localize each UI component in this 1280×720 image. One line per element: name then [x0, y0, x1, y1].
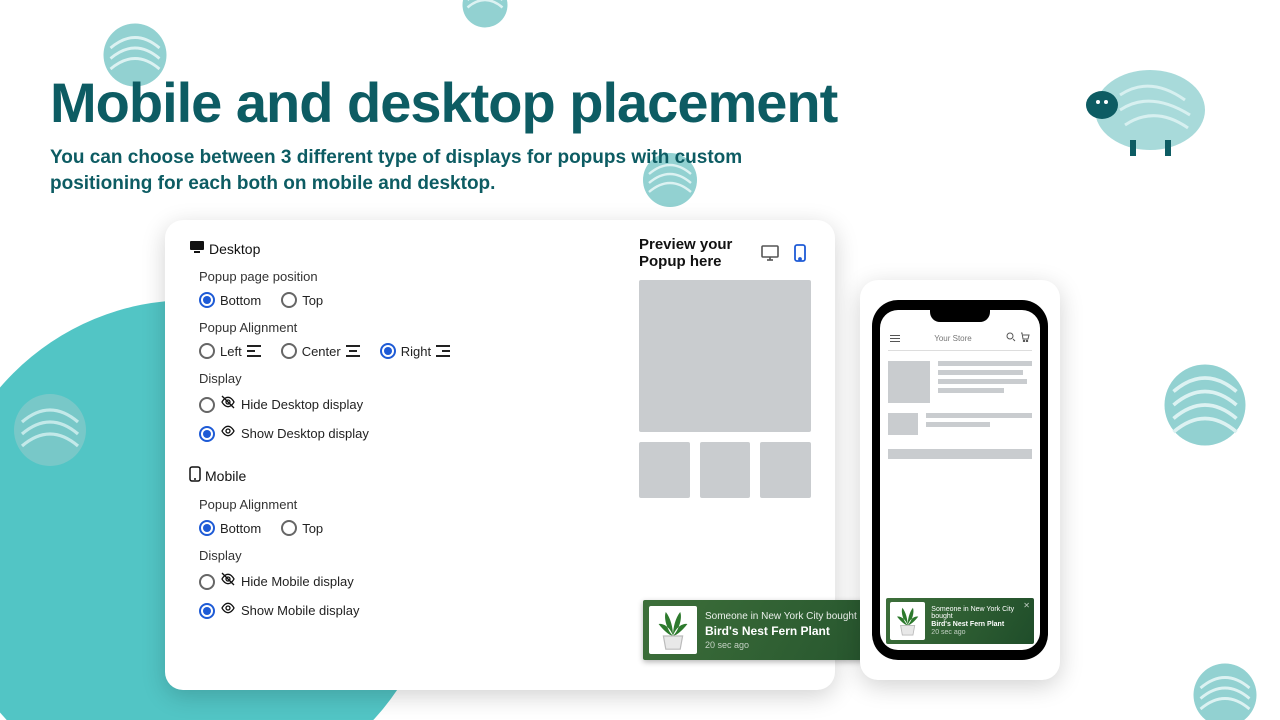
- eye-icon: [220, 423, 236, 444]
- settings-card: Desktop Popup page position Bottom Top P…: [165, 220, 835, 690]
- skeleton-bar: [888, 449, 1032, 459]
- mobile-popup-preview: Someone in New York City bought Bird's N…: [886, 598, 1034, 644]
- mobile-pos-top-radio[interactable]: Top: [281, 520, 323, 536]
- desktop-pos-bottom-radio[interactable]: Bottom: [199, 292, 261, 308]
- preview-mobile-toggle[interactable]: [789, 242, 811, 264]
- preview-desktop-toggle[interactable]: [759, 242, 781, 264]
- phone-store-name: Your Store: [934, 334, 972, 343]
- search-icon[interactable]: [1006, 332, 1016, 344]
- popup-product-image: [649, 606, 697, 654]
- skeleton-image: [888, 361, 930, 403]
- preview-device-toggle: [759, 242, 811, 264]
- cart-icon[interactable]: [1020, 332, 1030, 344]
- mobile-pos-bottom-radio[interactable]: Bottom: [199, 520, 261, 536]
- yarn-ball-icon: [1160, 360, 1250, 450]
- popup-product-name: Bird's Nest Fern Plant: [931, 621, 1030, 628]
- preview-placeholder-small: [639, 442, 690, 498]
- align-right-icon: [436, 345, 450, 357]
- yarn-ball-icon: [460, 0, 510, 30]
- sheep-mascot-icon: [1060, 40, 1220, 160]
- desktop-pos-top-radio[interactable]: Top: [281, 292, 323, 308]
- popup-timestamp: 20 sec ago: [931, 629, 1030, 636]
- align-center-icon: [346, 345, 360, 357]
- preview-placeholder-small: [760, 442, 811, 498]
- phone-notch: [930, 308, 990, 322]
- yarn-ball-icon: [1190, 660, 1260, 720]
- page-title: Mobile and desktop placement: [50, 70, 837, 135]
- desktop-align-left-radio[interactable]: Left: [199, 343, 261, 359]
- eye-off-icon: [220, 571, 236, 592]
- desktop-heading: Desktop: [209, 241, 260, 257]
- hero: Mobile and desktop placement You can cho…: [50, 70, 837, 196]
- align-left-icon: [247, 345, 261, 357]
- popup-close-icon[interactable]: ✕: [1023, 601, 1030, 610]
- phone-preview-card: Your Store: [860, 280, 1060, 680]
- mobile-icon: [189, 466, 201, 485]
- mobile-heading: Mobile: [205, 468, 246, 484]
- skeleton-lines: [938, 361, 1032, 393]
- skeleton-small: [888, 413, 918, 435]
- popup-product-name: Bird's Nest Fern Plant: [705, 624, 857, 638]
- yarn-ball-icon: [10, 390, 90, 470]
- phone-frame: Your Store: [872, 300, 1048, 660]
- desktop-icon: [189, 240, 205, 257]
- popup-line1: Someone in New York City bought: [931, 606, 1030, 620]
- eye-icon: [220, 600, 236, 621]
- preview-placeholder-large: [639, 280, 811, 432]
- popup-timestamp: 20 sec ago: [705, 640, 857, 650]
- phone-screen: Your Store: [880, 310, 1040, 650]
- eye-off-icon: [220, 394, 236, 415]
- skeleton-lines: [926, 413, 1032, 427]
- preview-placeholder-small: [700, 442, 751, 498]
- page-subtitle: You can choose between 3 different type …: [50, 145, 770, 196]
- popup-product-image: [890, 602, 925, 640]
- popup-line1: Someone in New York City bought: [705, 611, 857, 622]
- desktop-align-center-radio[interactable]: Center: [281, 343, 360, 359]
- desktop-align-right-radio[interactable]: Right: [380, 343, 450, 359]
- hamburger-icon[interactable]: [890, 335, 900, 342]
- preview-title: Preview your Popup here: [639, 236, 759, 270]
